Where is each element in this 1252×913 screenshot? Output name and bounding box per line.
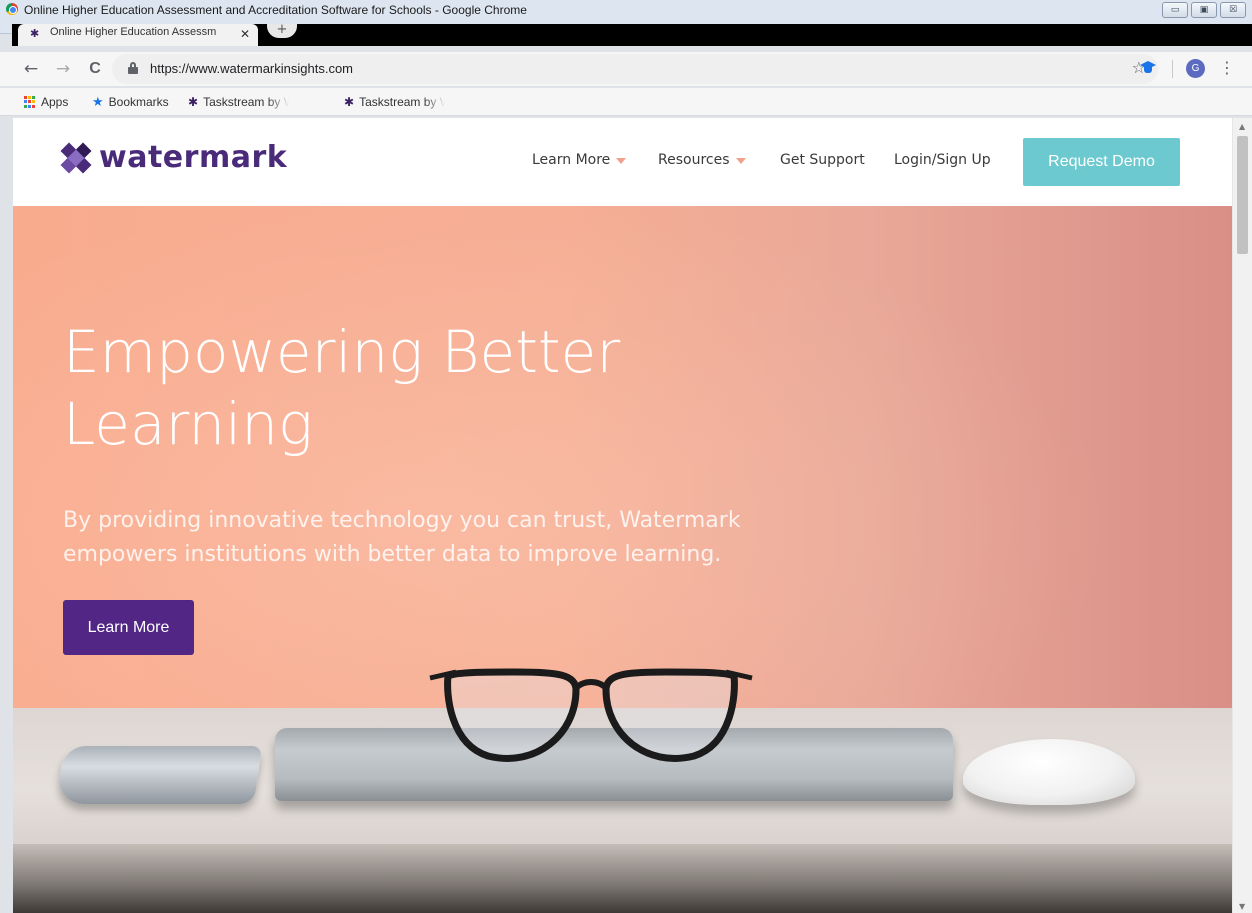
window-title: Online Higher Education Assessment and A… bbox=[24, 3, 527, 17]
bookmark-label: Taskstream by Water bbox=[359, 95, 445, 109]
nav-learn-more[interactable]: Learn More bbox=[532, 152, 627, 168]
star-icon: ★ bbox=[92, 94, 104, 109]
bookmark-label: Bookmarks bbox=[108, 95, 169, 109]
watermark-logo-icon: ✱ bbox=[344, 95, 355, 109]
phone-image bbox=[55, 746, 263, 804]
graduation-cap-extension-icon[interactable] bbox=[1140, 59, 1156, 75]
toolbar-divider bbox=[1172, 60, 1173, 78]
lock-icon[interactable] bbox=[128, 62, 138, 74]
minimize-button[interactable]: ▭ bbox=[1162, 2, 1188, 18]
chevron-down-icon bbox=[735, 157, 746, 164]
url-text[interactable]: https://www.watermarkinsights.com bbox=[150, 61, 353, 76]
logo-text: watermark bbox=[99, 140, 288, 175]
chrome-menu-icon[interactable]: ⋮ bbox=[1219, 58, 1235, 78]
bookmark-bookmarks[interactable]: ★ Bookmarks bbox=[92, 94, 169, 110]
nav-login[interactable]: Login/Sign Up bbox=[894, 152, 991, 168]
forward-button[interactable]: → bbox=[52, 58, 74, 80]
watermark-mark-icon bbox=[60, 142, 92, 173]
bookmark-label: Apps bbox=[41, 95, 69, 109]
bookmark-taskstream-2[interactable]: ✱ Taskstream by Water bbox=[344, 94, 445, 110]
browser-toolbar: ← → C https://www.watermarkinsights.com … bbox=[0, 52, 1252, 86]
new-tab-button[interactable]: + bbox=[267, 23, 297, 38]
nav-label: Learn More bbox=[532, 152, 611, 168]
profile-avatar[interactable]: G bbox=[1186, 59, 1205, 78]
scroll-down-icon[interactable]: ▼ bbox=[1239, 902, 1245, 911]
nav-label: Get Support bbox=[780, 152, 865, 168]
scrollbar-thumb[interactable] bbox=[1237, 136, 1248, 254]
bookmark-taskstream-1[interactable]: ✱ Taskstream by Water bbox=[188, 94, 289, 110]
hero-section: Empowering Better Learning By providing … bbox=[13, 206, 1232, 913]
tab-close-icon[interactable]: ✕ bbox=[240, 27, 250, 41]
bookmark-label: Taskstream by Water bbox=[203, 95, 289, 109]
window-controls: ▭ ▣ ☒ bbox=[1162, 2, 1246, 18]
close-window-button[interactable]: ☒ bbox=[1220, 2, 1246, 18]
maximize-button[interactable]: ▣ bbox=[1191, 2, 1217, 18]
hero-title: Empowering Better Learning bbox=[63, 318, 621, 458]
page-viewport: watermark Learn More Resources Get Suppo… bbox=[13, 118, 1232, 913]
watermark-favicon-icon: ✱ bbox=[30, 27, 40, 40]
scroll-up-icon[interactable]: ▲ bbox=[1239, 122, 1245, 131]
address-bar[interactable]: https://www.watermarkinsights.com ☆ bbox=[112, 54, 1158, 84]
nav-get-support[interactable]: Get Support bbox=[780, 152, 865, 168]
hero-subtitle: By providing innovative technology you c… bbox=[63, 508, 741, 567]
nav-label: Resources bbox=[658, 152, 730, 168]
apps-grid-icon bbox=[24, 96, 36, 108]
watermark-logo[interactable]: watermark bbox=[60, 140, 288, 175]
tab-strip: ✱ Online Higher Education Assessm ✕ + bbox=[12, 23, 1252, 46]
watermark-logo-icon: ✱ bbox=[188, 95, 199, 109]
site-header: watermark Learn More Resources Get Suppo… bbox=[13, 118, 1232, 206]
nav-resources[interactable]: Resources bbox=[658, 152, 746, 168]
bookmarks-bar: Apps ★ Bookmarks ✱ Taskstream by Water ✱… bbox=[0, 88, 1252, 116]
page-scrollbar[interactable]: ▲ ▼ bbox=[1232, 118, 1252, 913]
chrome-logo-icon bbox=[6, 3, 18, 15]
desk-edge bbox=[13, 844, 1232, 913]
request-demo-button[interactable]: Request Demo bbox=[1023, 138, 1180, 186]
eyeglasses-image bbox=[429, 668, 753, 762]
browser-tab-active[interactable]: ✱ Online Higher Education Assessm ✕ bbox=[18, 24, 258, 46]
tab-title: Online Higher Education Assessm bbox=[50, 26, 217, 38]
learn-more-button[interactable]: Learn More bbox=[63, 600, 194, 655]
bookmark-apps[interactable]: Apps bbox=[24, 94, 68, 110]
chevron-down-icon bbox=[616, 157, 627, 164]
nav-label: Login/Sign Up bbox=[894, 152, 991, 168]
back-button[interactable]: ← bbox=[20, 58, 42, 80]
reload-button[interactable]: C bbox=[84, 58, 106, 80]
